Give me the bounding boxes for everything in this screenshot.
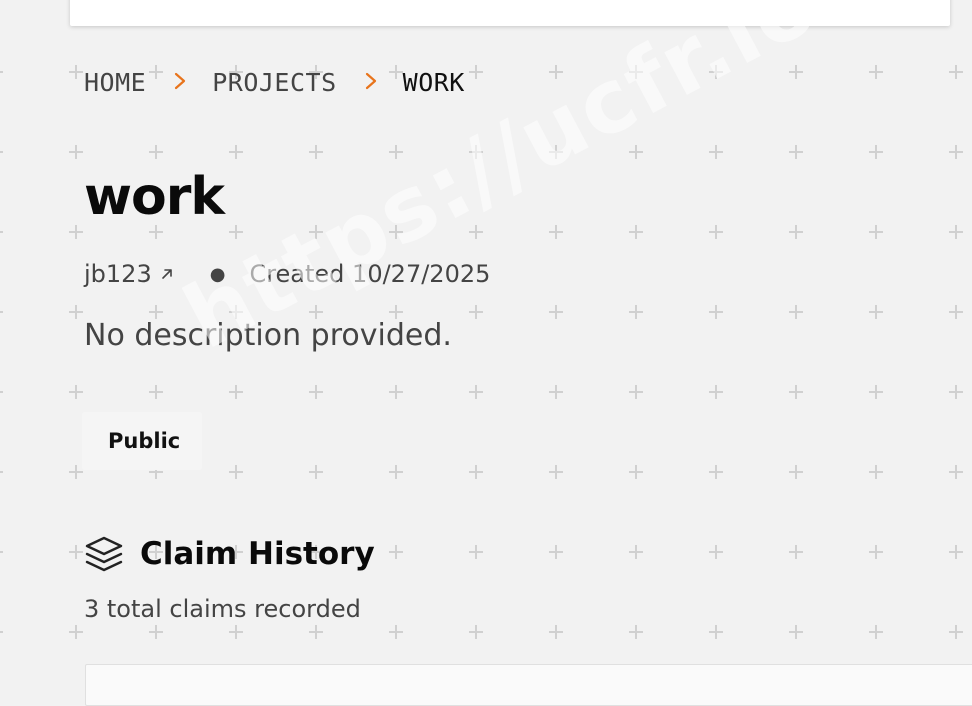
project-meta: jb123 ● Created 10/27/2025 (84, 260, 490, 288)
chevron-right-icon (174, 72, 186, 90)
claims-count: 3 total claims recorded (84, 595, 361, 623)
chevron-right-icon (365, 72, 377, 90)
owner-username: jb123 (84, 260, 152, 288)
layers-icon (85, 536, 123, 572)
meta-separator-dot: ● (209, 263, 226, 285)
external-link-icon (161, 269, 172, 279)
claim-history-title: Claim History (140, 536, 375, 572)
breadcrumb-current-work: WORK (402, 68, 465, 97)
visibility-badge: Public (82, 412, 202, 470)
project-description: No description provided. (84, 318, 452, 353)
breadcrumb-projects[interactable]: PROJECTS (212, 68, 336, 97)
owner-link[interactable]: jb123 (84, 260, 174, 288)
claim-history-header: Claim History (84, 535, 375, 573)
top-header-card (70, 0, 950, 26)
watermark: https://ucfr.io (168, 0, 835, 369)
breadcrumb: HOME PROJECTS WORK (84, 68, 465, 97)
created-date: Created 10/27/2025 (249, 260, 491, 288)
breadcrumb-home[interactable]: HOME (84, 68, 146, 97)
page-title: work (84, 167, 225, 227)
claims-list-card (85, 664, 972, 706)
